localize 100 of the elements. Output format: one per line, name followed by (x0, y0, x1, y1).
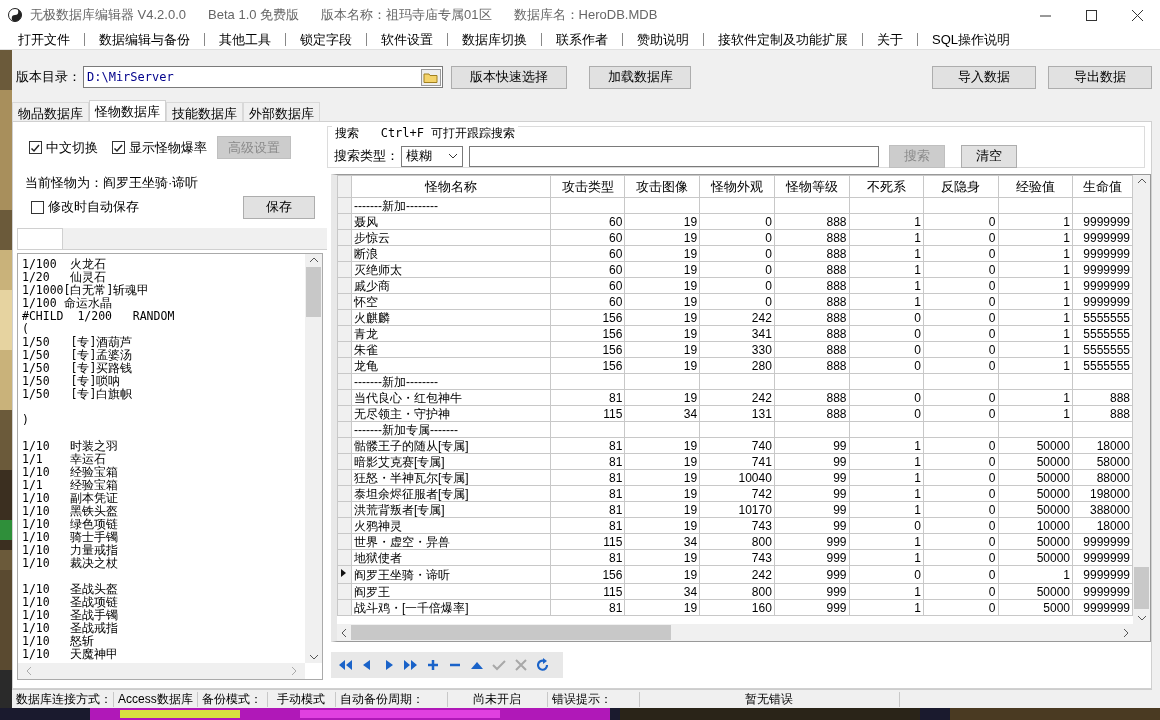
column-header[interactable]: 怪物等级 (774, 175, 850, 198)
tab[interactable]: 物品数据库 (12, 102, 89, 121)
scroll-down-icon[interactable] (1136, 615, 1147, 621)
text-line: 1/1000[白无常]斩魂甲 (22, 284, 150, 297)
status-value: Access数据库 (114, 691, 198, 707)
scroll-down-icon[interactable] (308, 654, 319, 660)
table-cell: 0 (849, 405, 924, 422)
column-header[interactable]: 反隐身 (923, 175, 999, 198)
table-cell: 0 (923, 453, 999, 470)
table-cell: 743 (699, 549, 775, 566)
scrollbar-thumb[interactable] (1134, 567, 1149, 609)
table-cell: 1 (849, 453, 924, 470)
close-icon[interactable] (1131, 9, 1143, 21)
first-record-icon[interactable] (337, 658, 353, 672)
tab[interactable]: 技能数据库 (166, 102, 243, 121)
table-cell: 330 (699, 341, 775, 358)
checkbox[interactable] (112, 141, 125, 154)
status-value: 手动模式 (267, 691, 336, 707)
status-label: 备份模式： (197, 691, 268, 707)
text-line: 1/10 副本凭证 (22, 492, 119, 505)
text-line: 1/100 火龙石 (22, 258, 107, 271)
table-cell: 0 (923, 245, 999, 262)
table-cell: 156 (550, 309, 625, 326)
menu-item[interactable]: 锁定字段 (292, 30, 360, 49)
column-header[interactable]: 攻击类型 (550, 175, 625, 198)
checkbox[interactable] (31, 200, 44, 214)
checkbox-option[interactable]: 修改时自动保存 (31, 198, 139, 216)
menu-item[interactable]: 打开文件 (10, 30, 78, 49)
menu-item[interactable]: 赞助说明 (629, 30, 697, 49)
table-cell: 50000 (998, 453, 1073, 470)
column-header[interactable]: 怪物外观 (699, 175, 775, 198)
table-cell: 156 (550, 341, 625, 358)
tab[interactable]: 怪物数据库 (89, 100, 166, 121)
scrollbar-thumb[interactable] (306, 267, 321, 317)
table-cell: 341 (699, 325, 775, 342)
column-header[interactable]: 攻击图像 (624, 175, 700, 198)
table-cell: 1 (998, 341, 1073, 358)
menu-item[interactable]: SQL操作说明 (924, 30, 1018, 49)
plus-icon[interactable] (425, 658, 441, 672)
window-title: 无极数据库编辑器 V4.2.0.0 (30, 6, 187, 24)
text-line: 1/1 经验宝箱 (22, 479, 119, 492)
status-value: 暂无错误 (639, 691, 900, 707)
checkbox-label: 显示怪物爆率 (129, 138, 207, 157)
column-header[interactable]: 怪物名称 (351, 175, 551, 198)
table-cell: 19 (624, 245, 700, 262)
refresh-icon[interactable] (535, 658, 551, 672)
table-cell: 888 (774, 277, 850, 294)
table-cell: 5555555 (1072, 325, 1133, 342)
checkbox-option[interactable]: 显示怪物爆率 (112, 138, 207, 157)
table-cell: 81 (550, 485, 625, 502)
field-label: 版本目录： (16, 68, 81, 86)
text-line: 1/10 骑士手镯 (22, 531, 119, 544)
save-button[interactable]: 保存 (243, 195, 315, 219)
table-cell: 19 (624, 229, 700, 246)
directory-field[interactable]: D:\MirServer (83, 66, 443, 88)
text-line: 1/1 幸运石 (22, 453, 107, 466)
table-cell: 5000 (998, 599, 1073, 616)
toolbar-button[interactable]: 加载数据库 (589, 65, 691, 89)
search-field[interactable] (469, 145, 879, 167)
column-header[interactable]: 经验值 (998, 175, 1073, 198)
table-cell: 99 (774, 469, 850, 486)
toolbar-button[interactable]: 导入数据 (932, 65, 1036, 89)
menu-item[interactable]: 接软件定制及功能扩展 (710, 30, 856, 49)
checkbox-option[interactable]: 中文切换 (29, 138, 98, 157)
menu-item[interactable]: 联系作者 (548, 30, 616, 49)
menu-item[interactable]: 数据编辑与备份 (91, 30, 198, 49)
toolbar-button[interactable]: 导出数据 (1048, 65, 1152, 89)
menu-item[interactable]: 数据库切换 (454, 30, 535, 49)
table-cell: 1 (849, 533, 924, 550)
search-type-dropdown[interactable]: 模糊 (401, 145, 463, 167)
last-record-icon[interactable] (403, 658, 419, 672)
column-header[interactable]: 不死系 (849, 175, 924, 198)
folder-icon[interactable] (421, 68, 441, 86)
scroll-up-icon[interactable] (308, 257, 319, 263)
scroll-right-icon[interactable] (1123, 627, 1129, 638)
table-cell: 阎罗王 (351, 583, 551, 600)
column-header[interactable]: 生命值 (1072, 175, 1133, 198)
table-cell: 99 (774, 501, 850, 518)
table-cell: 1 (998, 325, 1073, 342)
toolbar-button[interactable]: 版本快速选择 (451, 65, 567, 89)
table-cell: 19 (624, 261, 700, 278)
scroll-up-icon[interactable] (1136, 178, 1147, 184)
maximize-icon[interactable] (1085, 9, 1097, 21)
tab[interactable]: 外部数据库 (243, 102, 320, 121)
table-cell: 19 (624, 213, 700, 230)
table-cell: 0 (699, 293, 775, 310)
checkbox[interactable] (29, 141, 42, 154)
scrollbar-thumb[interactable] (351, 625, 671, 640)
group-title: 搜索 Ctrl+F 可打开跟踪搜索 (332, 125, 519, 142)
text-line: 1/10 经验宝箱 (22, 466, 119, 479)
app-icon (8, 8, 22, 22)
menu-item[interactable]: 其他工具 (211, 30, 279, 49)
drop-list-textarea[interactable] (17, 253, 323, 680)
menu-item[interactable]: 软件设置 (373, 30, 441, 49)
scroll-left-icon[interactable] (341, 627, 347, 638)
table-cell: 999 (774, 565, 850, 584)
clear-button[interactable]: 清空 (961, 144, 1017, 168)
table-cell: 50000 (998, 533, 1073, 550)
table-cell: 0 (923, 501, 999, 518)
menu-item[interactable]: 关于 (869, 30, 911, 49)
